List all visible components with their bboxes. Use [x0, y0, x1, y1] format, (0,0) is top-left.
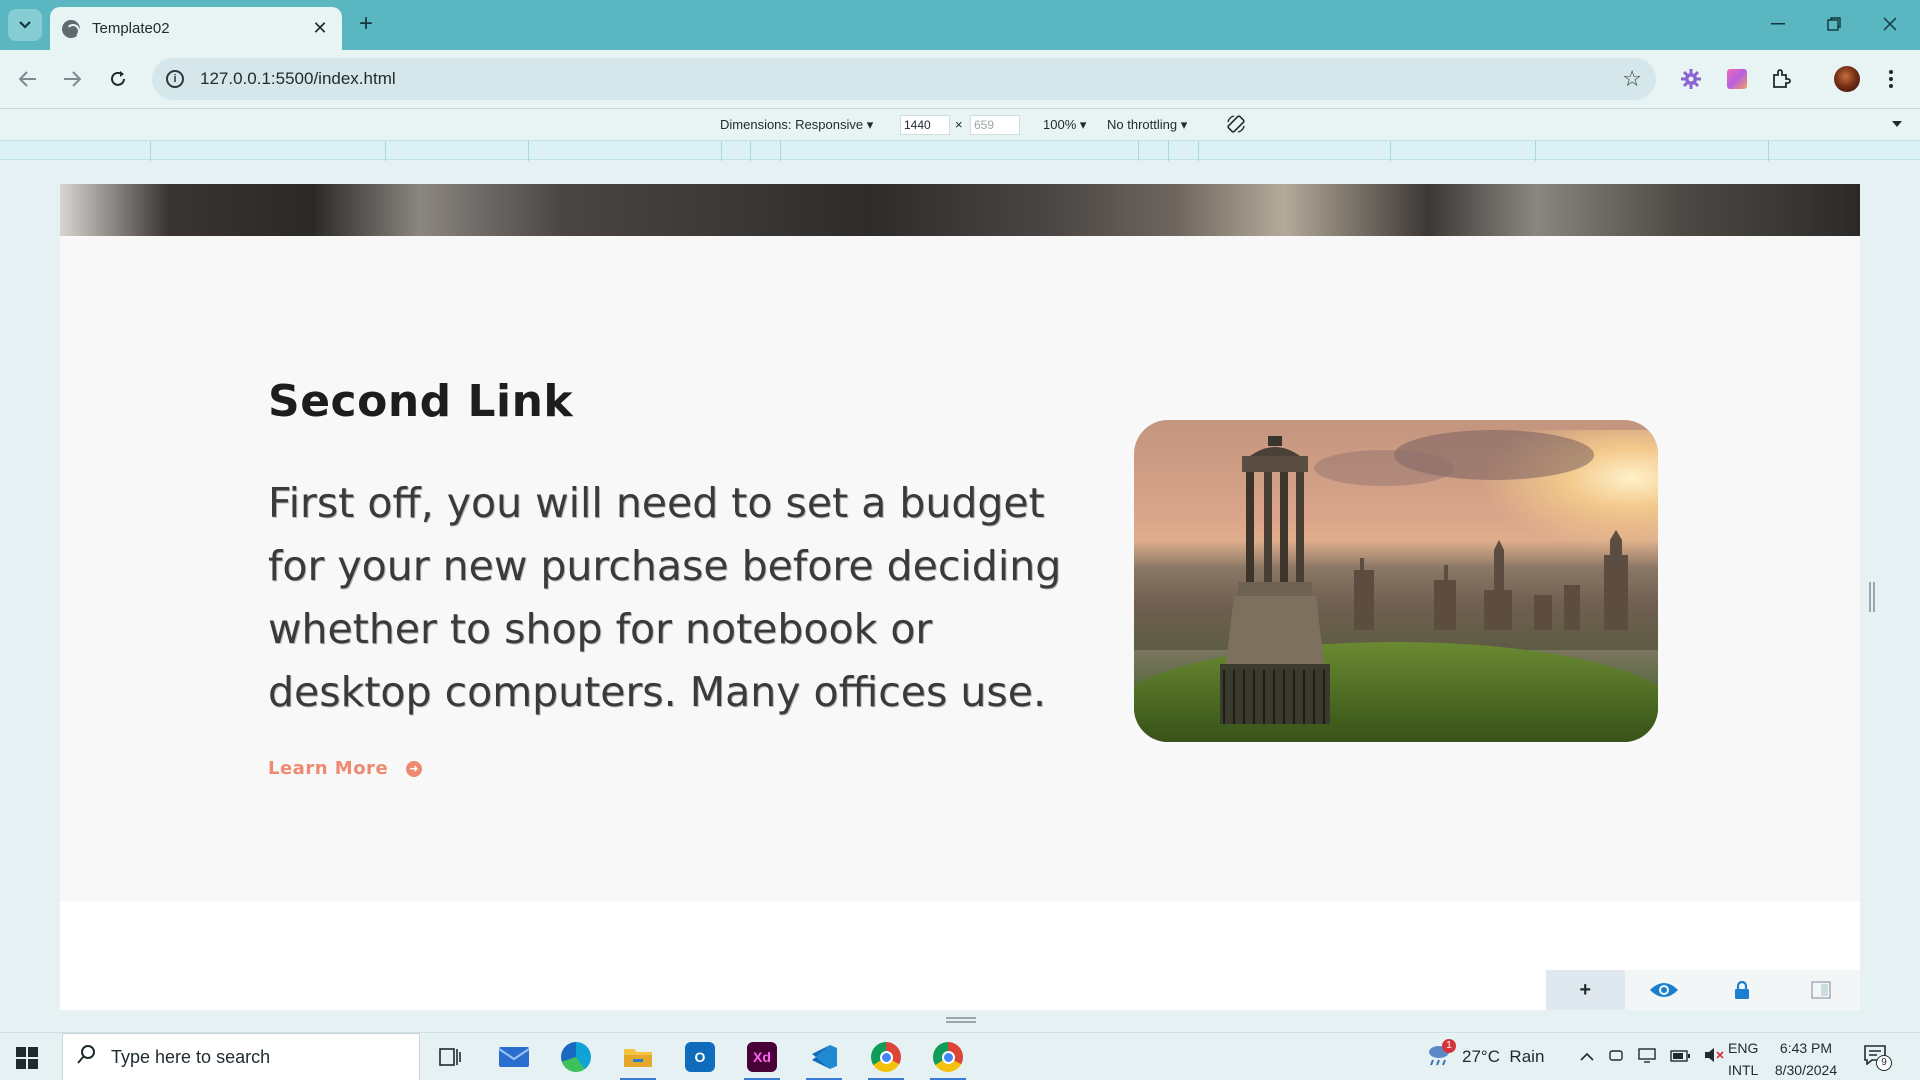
star-icon[interactable]: ☆: [1622, 66, 1642, 92]
device-toolbar: Dimensions: Responsive ▾ 1440 × 659 100%…: [0, 108, 1920, 140]
system-tray: [1580, 1033, 1724, 1080]
search-icon: [77, 1044, 97, 1070]
language-code: ENG: [1728, 1040, 1759, 1056]
floating-toolbar: +: [1546, 970, 1860, 1010]
restore-icon[interactable]: [1806, 10, 1862, 38]
task-view-icon[interactable]: [428, 1039, 472, 1075]
viewport-resize-handle[interactable]: [1869, 582, 1875, 612]
eye-icon[interactable]: [1625, 970, 1704, 1010]
address-bar[interactable]: i 127.0.0.1:5500/index.html ☆: [152, 58, 1656, 100]
url-text[interactable]: 127.0.0.1:5500/index.html: [200, 69, 1622, 89]
tab-close-icon[interactable]: ✕: [310, 18, 330, 39]
chevron-up-icon[interactable]: [1580, 1047, 1594, 1067]
chrome-icon[interactable]: [926, 1039, 970, 1080]
dimension-separator: ×: [955, 117, 963, 132]
arrow-right-icon: ➜: [406, 760, 423, 777]
media-query-bar[interactable]: [0, 140, 1920, 161]
notification-center-icon[interactable]: 9: [1864, 1033, 1892, 1080]
profile-avatar[interactable]: [1832, 64, 1862, 94]
mail-icon[interactable]: [492, 1039, 536, 1075]
vscode-icon[interactable]: [802, 1039, 846, 1080]
extension-icon[interactable]: [1766, 64, 1796, 94]
chrome-icon[interactable]: [864, 1039, 908, 1080]
taskbar-search-box[interactable]: Type here to search: [62, 1033, 420, 1080]
weather-badge: 1: [1442, 1038, 1456, 1053]
taskbar-clock[interactable]: 6:43 PM 8/30/2024: [1770, 1037, 1842, 1080]
tab-search-icon[interactable]: [8, 9, 42, 41]
windows-taskbar: Type here to search O Xd 1 27°C Rain ENG…: [0, 1032, 1920, 1080]
learn-more-link[interactable]: Learn More ➜: [268, 758, 423, 779]
minimize-icon[interactable]: [1750, 10, 1806, 38]
keyboard-layout: INTL: [1728, 1062, 1759, 1078]
dugald-stewart-monument: [1220, 436, 1330, 724]
language-indicator[interactable]: ENG INTL: [1728, 1037, 1768, 1080]
new-tab-button[interactable]: +: [352, 10, 380, 38]
windows-start-icon[interactable]: [16, 1047, 38, 1069]
site-favicon-icon: [62, 19, 80, 38]
weather-text: 27°C Rain: [1462, 1047, 1545, 1066]
forward-icon[interactable]: [56, 63, 88, 95]
weather-widget[interactable]: 1 27°C Rain: [1426, 1033, 1544, 1080]
width-input[interactable]: 1440: [900, 115, 950, 135]
content-section: Second Link First off, you will need to …: [60, 236, 1860, 902]
hero-image-strip: [60, 184, 1860, 236]
rotate-icon[interactable]: [1226, 114, 1246, 137]
zoom-dropdown[interactable]: 100% ▾: [1043, 117, 1086, 133]
device-toolbar-menu-icon[interactable]: [1892, 116, 1902, 131]
throttling-dropdown[interactable]: No throttling ▾: [1107, 117, 1187, 133]
section-body-text: First off, you will need to set a budget…: [268, 479, 1062, 716]
volume-muted-icon[interactable]: [1704, 1047, 1724, 1068]
photo-cloud: [1314, 450, 1454, 486]
extension-color-icon[interactable]: [1722, 64, 1752, 94]
close-window-icon[interactable]: [1862, 10, 1918, 38]
active-tab[interactable]: Template02 ✕: [50, 7, 342, 50]
clock-date: 8/30/2024: [1774, 1062, 1838, 1078]
photo-city-skyline: [1354, 530, 1628, 630]
xd-icon[interactable]: Xd: [740, 1039, 784, 1080]
extension-gear-icon[interactable]: [1676, 64, 1706, 94]
panel-toggle-icon[interactable]: [1782, 970, 1861, 1010]
learn-more-label: Learn More: [268, 758, 389, 779]
back-icon[interactable]: [12, 63, 44, 95]
clock-time: 6:43 PM: [1779, 1040, 1833, 1056]
notification-count: 9: [1876, 1054, 1892, 1071]
outlook-icon[interactable]: O: [678, 1039, 722, 1075]
lock-icon[interactable]: [1703, 970, 1782, 1010]
tab-title: Template02: [92, 20, 170, 37]
plus-icon[interactable]: +: [1546, 970, 1625, 1010]
file-explorer-icon[interactable]: [616, 1039, 660, 1080]
battery-icon[interactable]: [1670, 1047, 1690, 1067]
browser-tab-strip: Template02 ✕ +: [0, 0, 1920, 50]
more-menu-icon[interactable]: [1876, 64, 1906, 94]
network-icon[interactable]: [1638, 1047, 1656, 1068]
edinburgh-photo: [1134, 420, 1658, 742]
emulated-viewport: Second Link First off, you will need to …: [60, 184, 1860, 1010]
height-input[interactable]: 659: [970, 115, 1020, 135]
search-placeholder: Type here to search: [111, 1046, 271, 1067]
weather-rain-icon: 1: [1426, 1038, 1456, 1072]
edge-icon[interactable]: [554, 1039, 598, 1075]
info-icon[interactable]: i: [166, 70, 184, 88]
reload-icon[interactable]: [102, 63, 134, 95]
dimensions-dropdown[interactable]: Dimensions: Responsive ▾: [720, 117, 873, 133]
viewport-bottom-resize-handle[interactable]: [946, 1017, 976, 1023]
browser-toolbar: i 127.0.0.1:5500/index.html ☆: [0, 50, 1920, 108]
meet-icon[interactable]: [1608, 1047, 1624, 1068]
section-heading: Second Link: [268, 376, 574, 427]
